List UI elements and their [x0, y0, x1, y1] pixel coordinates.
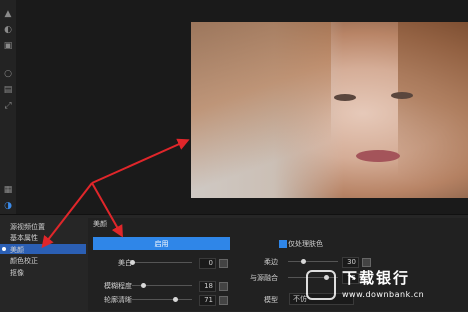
- sharpen-label: 轮廓清晰: [104, 296, 132, 304]
- only-skin-label: 仅处理肤色: [288, 240, 323, 248]
- panel-title: 美颜: [93, 220, 107, 228]
- blur-label: 模糊程度: [104, 282, 132, 290]
- only-skin-checkbox[interactable]: [279, 240, 287, 248]
- watermark: 下载银行 www.downbank.cn: [306, 262, 468, 311]
- portrait-icon[interactable]: ▣: [2, 40, 14, 52]
- left-toolbar: ▲ ◐ ▣ ○ ▤ ⤢ ▦ ◑: [0, 0, 17, 214]
- sidebar-item-basic[interactable]: 基本属性: [10, 233, 38, 243]
- property-sidebar: 源视频位置 基本属性 美颜 颜色校正 抠像: [0, 218, 86, 311]
- photo-eye-left: [334, 94, 356, 101]
- feather-label: 柔边: [264, 258, 278, 266]
- circle-icon[interactable]: ○: [2, 68, 14, 80]
- preview-viewport: [16, 0, 468, 214]
- photo-mouth: [356, 150, 400, 162]
- sharpen-value[interactable]: 71: [199, 295, 216, 306]
- whiten-slider-knob[interactable]: [130, 260, 135, 265]
- download-logo-icon: [306, 270, 336, 300]
- active-dot-icon: [2, 247, 6, 251]
- bucket-icon[interactable]: ▲: [2, 8, 14, 20]
- mode-label: 模型: [264, 296, 278, 304]
- watermark-url: www.downbank.cn: [342, 290, 425, 299]
- grid-icon[interactable]: ▦: [2, 184, 14, 196]
- photo-eye-right: [391, 92, 413, 99]
- sidebar-item-keying[interactable]: 抠像: [10, 268, 24, 278]
- watermark-title: 下载银行: [342, 269, 411, 287]
- whiten-value[interactable]: 0: [199, 258, 216, 269]
- sharpen-reset-icon[interactable]: [219, 296, 228, 305]
- skin-brush-icon[interactable]: ◑: [2, 200, 14, 212]
- preview-photo: [191, 22, 468, 198]
- sidebar-item-beauty-label: 美颜: [10, 246, 24, 254]
- blur-slider-knob[interactable]: [140, 283, 146, 288]
- contrast-icon[interactable]: ◐: [2, 24, 14, 36]
- sidebar-item-beauty[interactable]: 美颜: [0, 244, 86, 254]
- blur-reset-icon[interactable]: [219, 282, 228, 291]
- sharpen-slider-knob[interactable]: [172, 297, 178, 302]
- blend-label: 与源融合: [250, 274, 278, 282]
- expand-icon[interactable]: ⤢: [2, 100, 14, 112]
- blur-value[interactable]: 18: [199, 281, 216, 292]
- whiten-slider[interactable]: [132, 262, 192, 263]
- sharpen-slider[interactable]: [132, 299, 192, 300]
- sidebar-item-color[interactable]: 颜色校正: [10, 256, 38, 266]
- sidebar-item-source[interactable]: 源视频位置: [10, 222, 45, 232]
- enable-button[interactable]: 启用: [93, 237, 230, 250]
- layers-icon[interactable]: ▤: [2, 84, 14, 96]
- whiten-reset-icon[interactable]: [219, 259, 228, 268]
